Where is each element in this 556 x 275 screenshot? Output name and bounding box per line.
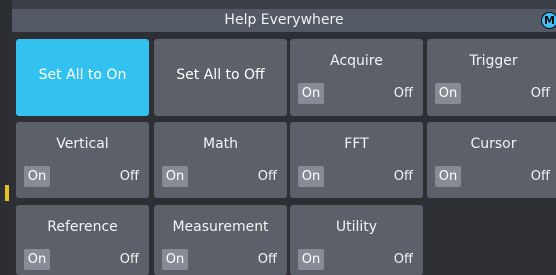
title-bar: Help Everywhere M xyxy=(12,9,556,32)
fft-on-button[interactable]: On xyxy=(298,166,324,187)
left-indicator xyxy=(5,185,9,201)
math-on-button[interactable]: On xyxy=(162,166,188,187)
measurement-label: Measurement xyxy=(172,219,269,235)
vertical-tile: Vertical On Off xyxy=(16,122,149,198)
acquire-off-button[interactable]: Off xyxy=(394,83,413,104)
fft-tile: FFT On Off xyxy=(290,122,423,198)
utility-label: Utility xyxy=(335,219,378,235)
reference-off-button[interactable]: Off xyxy=(120,249,139,270)
utility-on-button[interactable]: On xyxy=(298,249,324,270)
trigger-on-button[interactable]: On xyxy=(435,83,461,104)
trigger-off-button[interactable]: Off xyxy=(531,83,550,104)
vertical-on-button[interactable]: On xyxy=(24,166,50,187)
set-all-on-button[interactable]: Set All to On xyxy=(16,39,149,116)
utility-tile: Utility On Off xyxy=(290,205,423,275)
measurement-tile: Measurement On Off xyxy=(154,205,287,275)
cursor-label: Cursor xyxy=(470,136,517,152)
measurement-off-button[interactable]: Off xyxy=(258,249,277,270)
trigger-tile: Trigger On Off xyxy=(427,39,556,116)
math-off-button[interactable]: Off xyxy=(258,166,277,187)
set-all-on-label: Set All to On xyxy=(38,67,127,83)
reference-label: Reference xyxy=(47,219,118,235)
reference-on-button[interactable]: On xyxy=(24,249,50,270)
trigger-label: Trigger xyxy=(469,53,518,69)
help-settings-grid: Set All to On Set All to Off Acquire On … xyxy=(12,32,556,275)
empty-cell xyxy=(427,205,556,275)
set-all-off-button[interactable]: Set All to Off xyxy=(154,39,287,116)
fft-off-button[interactable]: Off xyxy=(394,166,413,187)
math-label: Math xyxy=(202,136,239,152)
m-badge-icon[interactable]: M xyxy=(541,12,556,29)
vertical-label: Vertical xyxy=(56,136,109,152)
acquire-tile: Acquire On Off xyxy=(290,39,423,116)
window-title: Help Everywhere xyxy=(224,12,344,28)
acquire-on-button[interactable]: On xyxy=(298,83,324,104)
math-tile: Math On Off xyxy=(154,122,287,198)
vertical-off-button[interactable]: Off xyxy=(120,166,139,187)
cursor-on-button[interactable]: On xyxy=(435,166,461,187)
utility-off-button[interactable]: Off xyxy=(394,249,413,270)
fft-label: FFT xyxy=(344,136,369,152)
acquire-label: Acquire xyxy=(330,53,383,69)
set-all-off-label: Set All to Off xyxy=(176,67,265,83)
measurement-on-button[interactable]: On xyxy=(162,249,188,270)
cursor-tile: Cursor On Off xyxy=(427,122,556,198)
left-edge xyxy=(0,0,12,275)
reference-tile: Reference On Off xyxy=(16,205,149,275)
cursor-off-button[interactable]: Off xyxy=(531,166,550,187)
